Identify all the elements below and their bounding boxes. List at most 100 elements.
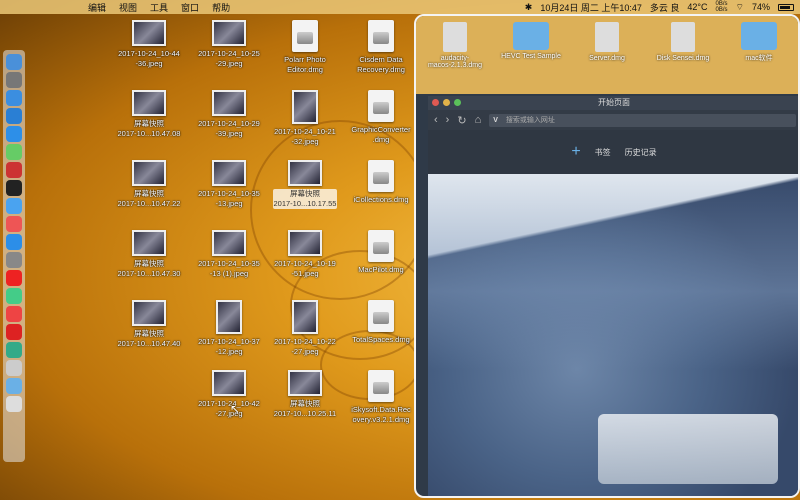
menu-item[interactable]: 视图 xyxy=(119,1,137,14)
window-desktop-strip: audacity-macos-2.1.3.dmg HEVC Test Sample… xyxy=(416,16,798,94)
image-file-icon[interactable]: 2017-10-24_10-42 -27.jpeg xyxy=(186,370,272,419)
app3-icon[interactable] xyxy=(6,360,22,376)
android-icon[interactable] xyxy=(6,144,22,160)
file-label: 屏幕快照 2017-10...10.47.40 xyxy=(117,329,181,348)
battery-percent[interactable]: 74% xyxy=(752,2,770,12)
minimize-button[interactable] xyxy=(443,99,450,106)
yandex-icon[interactable] xyxy=(6,270,22,286)
dmg-file-icon[interactable]: GraphicConverter .dmg xyxy=(338,90,424,145)
dmg-file-icon[interactable]: TotalSpaces.dmg xyxy=(338,300,424,345)
trash-icon[interactable] xyxy=(6,396,22,412)
datetime[interactable]: 10月24日 周二 上午10:47 xyxy=(540,1,642,14)
dmg-file-icon[interactable]: Cisdem Data Recovery.dmg xyxy=(338,20,424,75)
back-arrow-icon[interactable]: ‹ xyxy=(434,114,438,126)
image-file-icon[interactable]: 2017-10-24_10-35 -13 (1).jpeg xyxy=(186,230,272,279)
menu-item[interactable]: 编辑 xyxy=(88,1,106,14)
contacts-icon[interactable] xyxy=(6,108,22,124)
dmg-file-icon[interactable]: Server.dmg xyxy=(572,22,642,62)
image-thumbnail xyxy=(292,300,318,334)
chrome-icon[interactable] xyxy=(6,288,22,304)
mouse-cursor: ↖ xyxy=(230,402,241,416)
image-file-icon[interactable]: 屏幕快照 2017-10...10.47.08 xyxy=(106,90,192,139)
menu-item[interactable]: 窗口 xyxy=(181,1,199,14)
dmg-file-icon[interactable]: Polarr Photo Editor.dmg xyxy=(262,20,348,75)
forward-arrow-icon[interactable]: › xyxy=(446,114,450,126)
dmg-file-icon[interactable]: MacPilot.dmg xyxy=(338,230,424,275)
menu-item[interactable]: 工具 xyxy=(150,1,168,14)
image-thumbnail xyxy=(132,160,166,186)
browser-titlebar[interactable]: 开始页面 xyxy=(428,96,798,110)
browser-toolbar: ‹ › ↻ ⌂ V 搜索或输入网址 xyxy=(428,110,798,130)
network-stats[interactable]: 0B/s 0B/s xyxy=(716,1,728,13)
image-thumbnail xyxy=(288,230,322,256)
menu-item[interactable]: 帮助 xyxy=(212,1,230,14)
history-link[interactable]: 历史记录 xyxy=(625,147,657,158)
image-thumbnail xyxy=(288,370,322,396)
app-icon[interactable] xyxy=(6,162,22,178)
image-thumbnail xyxy=(212,160,246,186)
add-icon[interactable]: + xyxy=(571,143,580,161)
image-file-icon[interactable]: 屏幕快照 2017-10...10.17.55 xyxy=(262,160,348,209)
folder-icon[interactable]: mac软件 xyxy=(724,22,794,63)
image-file-icon[interactable]: 屏幕快照 2017-10...10.47.40 xyxy=(106,300,192,349)
disk-image-icon xyxy=(368,90,394,122)
address-bar[interactable]: V 搜索或输入网址 xyxy=(489,113,796,127)
image-thumbnail xyxy=(212,90,246,116)
image-file-icon[interactable]: 2017-10-24_10-29 -39.jpeg xyxy=(186,90,272,139)
weibo-icon[interactable] xyxy=(6,306,22,322)
image-file-icon[interactable]: 屏幕快照 2017-10...10.25.11 xyxy=(262,370,348,419)
dmg-file-icon[interactable]: Disk Sensei.dmg xyxy=(648,22,718,62)
file-label: MacPilot.dmg xyxy=(358,265,404,274)
zoom-button[interactable] xyxy=(454,99,461,106)
dmg-file-icon[interactable]: audacity-macos-2.1.3.dmg xyxy=(420,22,490,69)
image-thumbnail xyxy=(132,90,166,116)
disk-image-icon xyxy=(292,20,318,52)
image-file-icon[interactable]: 2017-10-24_10-25 -29.jpeg xyxy=(186,20,272,69)
folder-icon[interactable]: HEVC Test Sample xyxy=(496,22,566,60)
vivaldi-icon[interactable] xyxy=(6,324,22,340)
file-label: 2017-10-24_10-21 -32.jpeg xyxy=(274,127,336,146)
settings-icon[interactable] xyxy=(6,252,22,268)
start-page-header: + 书签 历史记录 xyxy=(428,130,798,174)
temperature[interactable]: 42°C xyxy=(687,2,707,12)
file-label: GraphicConverter .dmg xyxy=(351,125,411,144)
finder-icon[interactable] xyxy=(6,54,22,70)
safari-icon[interactable] xyxy=(6,90,22,106)
file-label: 2017-10-24_10-25 -29.jpeg xyxy=(198,49,260,68)
close-button[interactable] xyxy=(432,99,439,106)
browser-window[interactable]: audacity-macos-2.1.3.dmg HEVC Test Sample… xyxy=(414,14,800,498)
image-file-icon[interactable]: 2017-10-24_10-35 -13.jpeg xyxy=(186,160,272,209)
migration-icon[interactable] xyxy=(6,126,22,142)
wave-crest xyxy=(428,174,798,370)
search-engine-icon[interactable]: V xyxy=(493,117,498,124)
disk-image-icon xyxy=(671,22,695,52)
folder-icon[interactable] xyxy=(6,378,22,394)
appstore-icon[interactable] xyxy=(6,234,22,250)
folder-shape xyxy=(513,22,549,50)
home-icon[interactable]: ⌂ xyxy=(475,114,482,126)
image-file-icon[interactable]: 屏幕快照 2017-10...10.47.22 xyxy=(106,160,192,209)
image-file-icon[interactable]: 2017-10-24_10-37 -12.jpeg xyxy=(186,300,272,357)
bluetooth-icon[interactable]: ✱ xyxy=(525,2,533,13)
disk-image-icon xyxy=(368,160,394,192)
dmg-file-icon[interactable]: iSkysoft.Data.Rec overy.v3.2.1.dmg xyxy=(338,370,424,425)
terminal-icon[interactable] xyxy=(6,180,22,196)
image-file-icon[interactable]: 屏幕快照 2017-10...10.47.30 xyxy=(106,230,192,279)
speed-dial-stack[interactable] xyxy=(598,414,778,484)
weather[interactable]: 多云 良 xyxy=(650,1,680,14)
siri-icon[interactable] xyxy=(6,198,22,214)
image-file-icon[interactable]: 2017-10-24_10-19 -51.jpeg xyxy=(262,230,348,279)
image-file-icon[interactable]: 2017-10-24_10-21 -32.jpeg xyxy=(262,90,348,147)
image-file-icon[interactable]: 2017-10-24_10-22 -27.jpeg xyxy=(262,300,348,357)
disk-image-icon xyxy=(368,370,394,402)
dmg-file-icon[interactable]: iCollections.dmg xyxy=(338,160,424,205)
file-label: 2017-10-24_10-29 -39.jpeg xyxy=(198,119,260,138)
image-file-icon[interactable]: 2017-10-24_10-44 -36.jpeg xyxy=(106,20,192,69)
wifi-icon[interactable]: ⌔ xyxy=(736,2,744,13)
music-icon[interactable] xyxy=(6,216,22,232)
launchpad-icon[interactable] xyxy=(6,72,22,88)
bookmarks-link[interactable]: 书签 xyxy=(595,147,611,158)
app2-icon[interactable] xyxy=(6,342,22,358)
battery-icon[interactable] xyxy=(778,3,794,11)
reload-icon[interactable]: ↻ xyxy=(457,114,466,127)
